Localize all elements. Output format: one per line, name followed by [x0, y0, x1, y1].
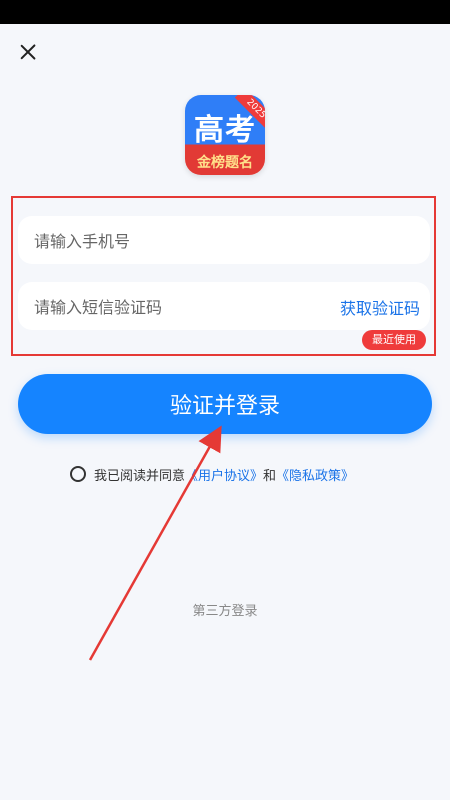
app-logo: 2025 高考 金榜题名 — [185, 95, 265, 175]
agree-radio-icon[interactable] — [70, 466, 86, 482]
recently-used-badge: 最近使用 — [362, 330, 426, 350]
logo-sub-text: 金榜题名 — [197, 155, 253, 171]
get-code-button[interactable]: 获取验证码 — [340, 295, 420, 319]
agreement-and: 和 — [263, 468, 277, 484]
third-party-login-label: 第三方登录 — [192, 604, 258, 619]
code-field-container: 获取验证码 — [18, 282, 430, 332]
phone-input[interactable] — [32, 216, 416, 266]
sms-code-input[interactable] — [32, 282, 326, 332]
logo-main-text: 高考 — [194, 113, 256, 148]
agreement-row: 我已阅读并同意 《用户协议》 和 《隐私政策》 — [70, 463, 354, 485]
verify-login-button[interactable]: 验证并登录 — [18, 374, 432, 434]
agreement-prefix: 我已阅读并同意 — [94, 468, 186, 484]
close-icon[interactable] — [16, 40, 40, 64]
user-agreement-link[interactable]: 《用户协议》 — [185, 465, 263, 484]
phone-field-container — [18, 216, 430, 266]
privacy-policy-link[interactable]: 《隐私政策》 — [276, 465, 354, 484]
status-bar — [0, 0, 450, 24]
